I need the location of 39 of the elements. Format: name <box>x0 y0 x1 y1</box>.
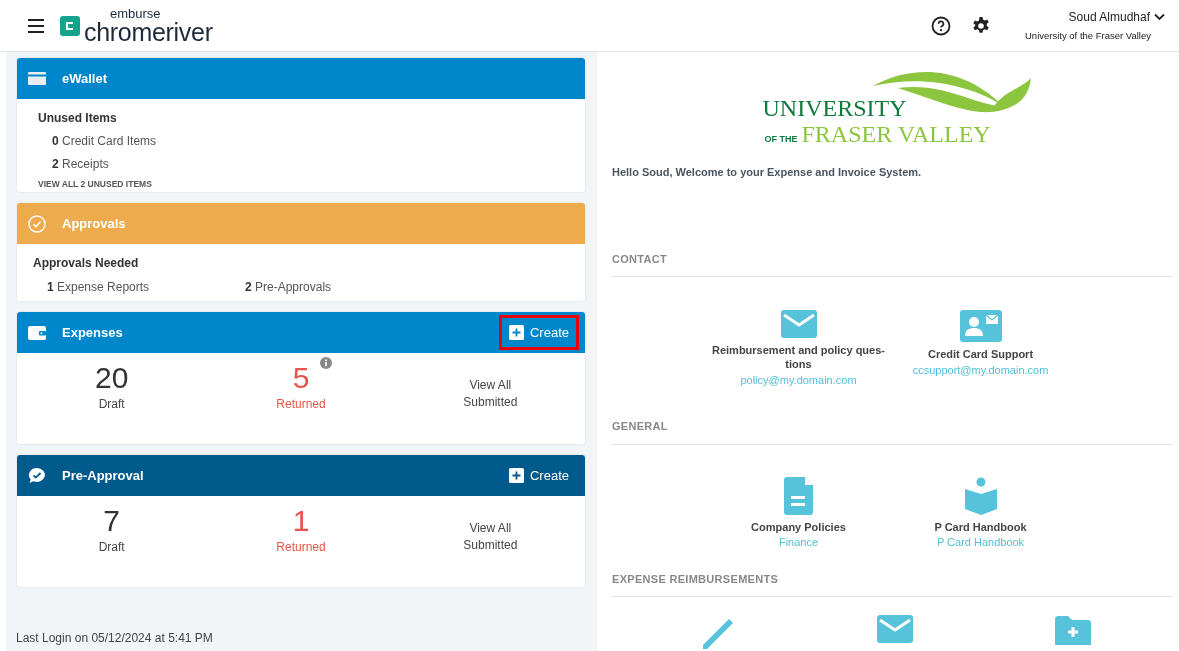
tile-title: Credit Card Support <box>927 348 1034 362</box>
tile-title: Company Policies <box>751 520 846 535</box>
brand-name: chromeriver <box>84 19 213 45</box>
card-title: Pre-Approval <box>62 466 144 485</box>
item-count-text: 2 Receipts <box>52 156 110 173</box>
section-heading: Unused Items <box>38 110 118 127</box>
item-count-text: 0 Credit Card Items <box>52 133 158 150</box>
tile-title: Reimbursement and policy ques-tions <box>711 344 886 372</box>
logo-text: UNIVERSITY <box>762 95 907 121</box>
brand-tagline: emburse <box>110 6 162 20</box>
view-all-link[interactable]: VIEW ALL 2 UNUSED ITEMS <box>38 178 152 191</box>
draft-count[interactable]: 7 <box>103 506 120 536</box>
returned-count[interactable]: 5 <box>292 363 310 393</box>
welcome-text: Hello Soud, Welcome to your Expense and Invoice System. <box>612 165 923 180</box>
returned-label[interactable]: Returned <box>276 538 326 556</box>
view-all-submitted-link[interactable]: View All Submitted <box>459 520 522 556</box>
tile-title: P Card Handbook <box>934 520 1027 535</box>
last-login-text: Last Login on 05/12/2024 at 5:41 PM <box>16 630 214 647</box>
section-title: EXPENSE REIMBURSEMENTS <box>612 570 1173 598</box>
draft-label[interactable]: Draft <box>98 538 125 556</box>
section-title: CONTACT <box>612 250 1173 277</box>
approval-count-link[interactable]: 1 Expense Reports <box>47 278 245 296</box>
card-title: eWallet <box>62 69 108 88</box>
view-all-submitted-link[interactable]: View All Submitted <box>459 377 522 413</box>
card-title: Approvals <box>62 214 126 233</box>
logo-text: FRASER VALLEY <box>801 122 991 146</box>
draft-label[interactable]: Draft <box>98 395 125 413</box>
returned-label[interactable]: Returned <box>276 395 326 413</box>
draft-count[interactable]: 20 <box>94 363 129 393</box>
section-title: GENERAL <box>612 418 1173 445</box>
returned-count[interactable]: 1 <box>292 506 310 536</box>
approval-count-link[interactable]: 2 Pre-Approvals <box>245 278 332 296</box>
logo-text: OF THE <box>764 133 798 146</box>
card-title: Expenses <box>62 323 123 342</box>
section-heading: Approvals Needed <box>33 255 140 272</box>
user-name[interactable]: Soud Almudhaf <box>1068 7 1150 26</box>
user-organization: University of the Fraser Valley <box>1025 28 1151 43</box>
create-button[interactable]: Create <box>498 457 579 494</box>
create-button[interactable]: Create <box>498 314 579 351</box>
